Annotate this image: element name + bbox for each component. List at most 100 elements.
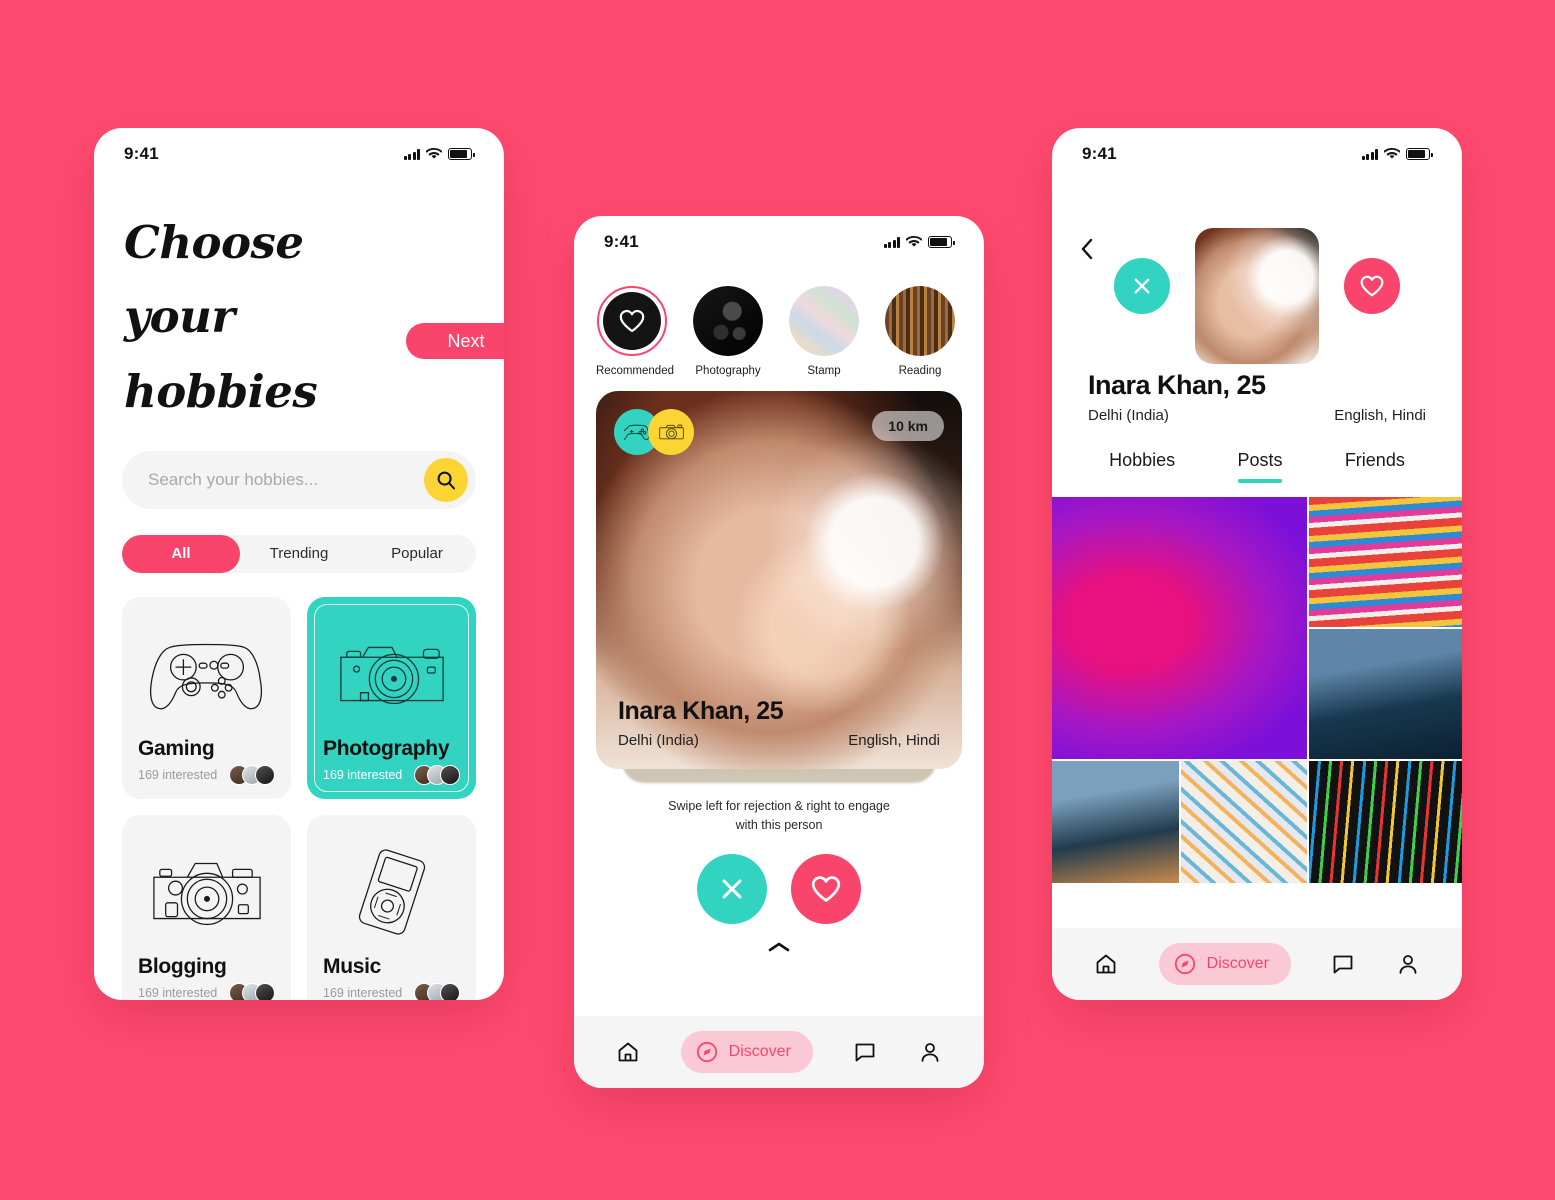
battery-icon <box>928 236 955 248</box>
nav-discover[interactable]: Discover <box>680 1031 813 1073</box>
person-icon <box>921 1043 939 1062</box>
profile-avatar <box>1195 228 1319 364</box>
profile-languages: English, Hindi <box>848 732 940 749</box>
filter-tab-popular[interactable]: Popular <box>358 535 476 573</box>
signal-bars-icon <box>1361 148 1378 160</box>
profile-location: Delhi (India) <box>618 732 699 749</box>
chat-icon <box>855 1043 875 1062</box>
reject-button[interactable] <box>697 853 767 924</box>
page-title-line1: Choose your <box>124 216 304 344</box>
profile-location: Delhi (India) <box>1088 407 1169 424</box>
avatar-stack <box>414 982 460 1000</box>
tab-hobbies[interactable]: Hobbies <box>1109 450 1175 483</box>
category-label: Recommended <box>596 365 674 377</box>
hobby-card-blogging[interactable]: Blogging 169 interested <box>122 814 291 1000</box>
like-button[interactable] <box>791 853 861 924</box>
film-camera-icon <box>138 829 275 955</box>
avatar <box>255 982 275 1000</box>
compass-icon <box>1174 953 1195 975</box>
signal-bars-icon <box>883 236 900 248</box>
avatar <box>255 764 275 785</box>
compass-icon <box>696 1041 717 1063</box>
post-graffiti-face[interactable] <box>1309 497 1462 627</box>
hobby-card-gaming[interactable]: Gaming 169 interested <box>122 596 291 799</box>
filter-tabs: All Trending Popular <box>122 534 476 573</box>
dslr-camera-icon <box>323 611 460 737</box>
swipe-hint: Swipe left for rejection & right to enga… <box>574 797 984 836</box>
search-bar[interactable] <box>122 450 476 509</box>
status-icons <box>403 148 475 160</box>
status-bar: 9:41 <box>94 128 504 180</box>
nav-discover-label: Discover <box>728 1043 791 1060</box>
status-time: 9:41 <box>124 144 159 163</box>
post-woman-with-camera[interactable] <box>1309 629 1462 759</box>
close-icon <box>1134 278 1150 294</box>
battery-icon <box>448 148 475 160</box>
nav-chat[interactable] <box>853 1040 877 1064</box>
heart-icon <box>619 309 645 333</box>
category-label: Photography <box>695 365 761 377</box>
hobby-interested: 169 interested <box>323 767 403 782</box>
back-button[interactable] <box>1080 238 1094 265</box>
swipe-card[interactable]: 10 km Inara Khan, 25 Delhi (India) Engli… <box>596 391 962 769</box>
category-recommended[interactable]: Recommended <box>596 286 674 377</box>
bottom-nav: Discover <box>574 1016 984 1088</box>
nav-home[interactable] <box>616 1040 640 1064</box>
swipe-hint-line1: Swipe left for rejection & right to enga… <box>668 799 890 813</box>
profile-tabs: Hobbies Posts Friends <box>1052 450 1462 483</box>
swipe-hint-line2: with this person <box>735 818 823 833</box>
heart-icon <box>1360 275 1384 297</box>
category-strip: Recommended Photography Stamp Reading <box>574 268 984 377</box>
bottom-nav: Discover <box>1052 928 1462 1000</box>
profile-header <box>1052 180 1462 370</box>
hobby-grid: Gaming 169 interested Photography 169 in… <box>122 596 476 1000</box>
search-input[interactable] <box>148 469 424 490</box>
nav-home[interactable] <box>1094 952 1118 976</box>
status-time: 9:41 <box>604 232 639 251</box>
chevron-up-icon <box>768 942 790 952</box>
ipod-icon <box>323 829 460 955</box>
hobby-name: Gaming <box>138 736 215 760</box>
category-photography[interactable]: Photography <box>692 286 764 377</box>
filter-tab-trending[interactable]: Trending <box>240 535 358 573</box>
category-reading[interactable]: Reading <box>884 286 956 377</box>
gamepad-icon <box>138 611 275 737</box>
post-woman-photographer-dusk[interactable] <box>1052 761 1179 883</box>
post-rgb-keyboard[interactable] <box>1309 761 1462 883</box>
expand-handle[interactable] <box>574 940 984 958</box>
nav-profile[interactable] <box>1396 952 1420 976</box>
category-stamp[interactable]: Stamp <box>788 286 860 377</box>
hobby-name: Blogging <box>138 954 227 978</box>
tab-friends[interactable]: Friends <box>1345 450 1405 483</box>
tab-posts[interactable]: Posts <box>1237 450 1282 483</box>
hobby-card-photography[interactable]: Photography 169 interested <box>307 596 476 799</box>
hobby-card-music[interactable]: Music 169 interested <box>307 814 476 1000</box>
heart-icon <box>811 875 841 902</box>
hobby-interested: 169 interested <box>138 985 218 1000</box>
nav-chat[interactable] <box>1331 952 1355 976</box>
profile-languages: English, Hindi <box>1334 407 1426 424</box>
reject-button[interactable] <box>1114 258 1170 314</box>
hobby-badges <box>614 409 694 455</box>
home-icon <box>618 1042 638 1062</box>
nav-profile[interactable] <box>918 1040 942 1064</box>
like-button[interactable] <box>1344 258 1400 314</box>
posts-grid <box>1052 497 1462 883</box>
post-abstract-paint[interactable] <box>1180 761 1308 883</box>
nav-discover-label: Discover <box>1206 955 1269 972</box>
status-icons <box>1361 148 1433 160</box>
camera-photo <box>693 286 763 356</box>
next-button[interactable]: Next <box>406 323 504 359</box>
profile-name: Inara Khan, 25 <box>1088 370 1266 400</box>
page-title-line2: hobbies <box>124 364 318 418</box>
filter-tab-all[interactable]: All <box>122 534 240 573</box>
status-icons <box>883 236 955 248</box>
chat-icon <box>1333 955 1353 974</box>
search-icon <box>437 471 455 490</box>
nav-discover[interactable]: Discover <box>1158 943 1291 985</box>
search-button[interactable] <box>424 457 468 502</box>
post-gaming-controller[interactable] <box>1052 497 1307 759</box>
avatar-stack <box>229 982 275 1000</box>
avatar <box>440 982 460 1000</box>
status-bar: 9:41 <box>574 216 984 268</box>
